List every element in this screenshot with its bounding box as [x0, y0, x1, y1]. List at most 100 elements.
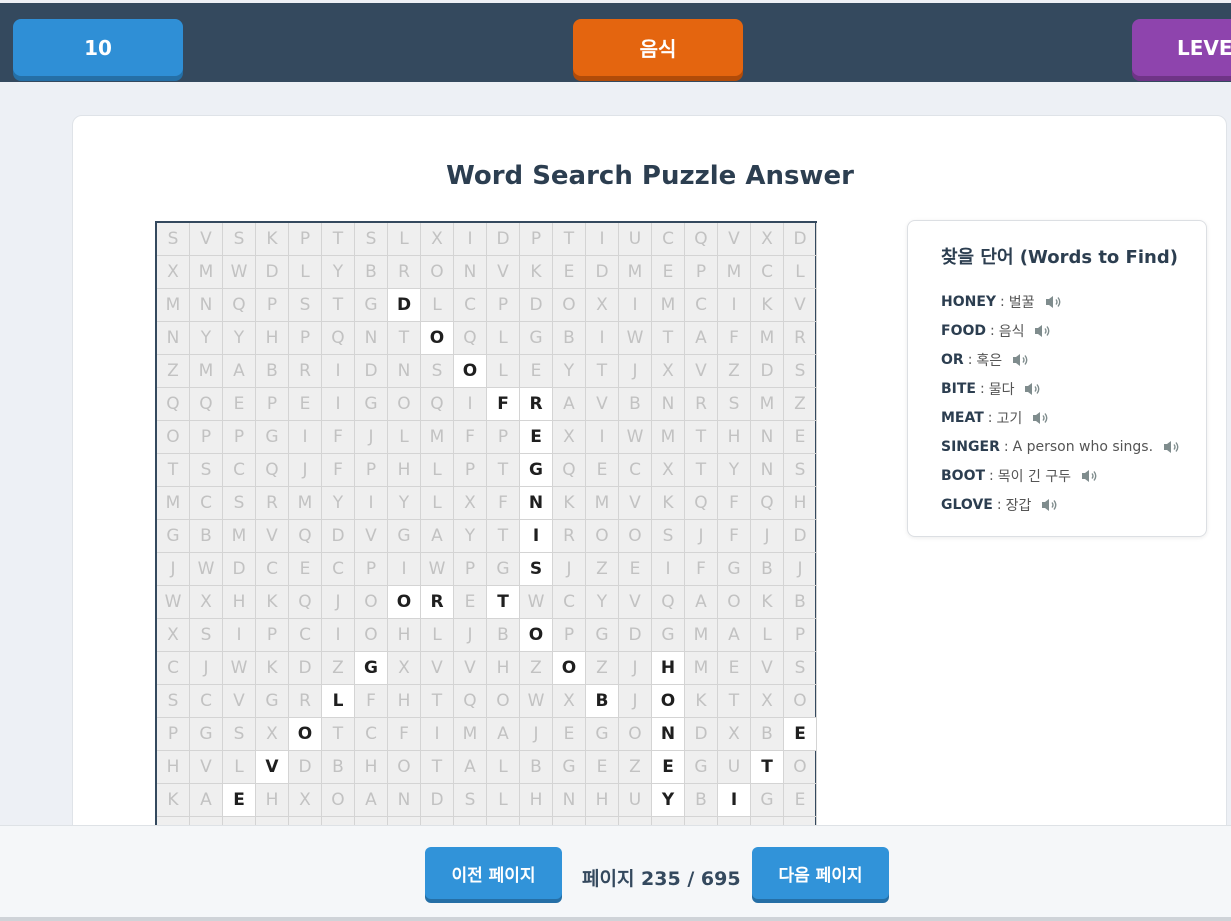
grid-cell[interactable]: Q	[256, 454, 289, 487]
grid-cell[interactable]: M	[454, 718, 487, 751]
grid-cell[interactable]: P	[190, 421, 223, 454]
grid-cell[interactable]: O	[355, 586, 388, 619]
grid-cell[interactable]: E	[784, 421, 817, 454]
grid-cell[interactable]: F	[355, 685, 388, 718]
grid-cell[interactable]: N	[751, 454, 784, 487]
grid-cell[interactable]: T	[157, 454, 190, 487]
grid-cell[interactable]: C	[355, 718, 388, 751]
grid-cell[interactable]: C	[190, 685, 223, 718]
grid-cell[interactable]: T	[322, 223, 355, 256]
grid-cell[interactable]: V	[718, 223, 751, 256]
grid-cell[interactable]: Q	[190, 388, 223, 421]
grid-cell[interactable]: X	[553, 421, 586, 454]
grid-cell[interactable]: Q	[751, 487, 784, 520]
grid-cell[interactable]: Y	[322, 487, 355, 520]
grid-cell[interactable]: L	[487, 784, 520, 817]
grid-cell[interactable]: B	[355, 256, 388, 289]
grid-cell[interactable]: J	[619, 652, 652, 685]
grid-cell[interactable]: B	[685, 784, 718, 817]
grid-cell[interactable]: Q	[157, 388, 190, 421]
grid-cell[interactable]: Z	[586, 652, 619, 685]
grid-cell[interactable]: S	[190, 619, 223, 652]
grid-cell[interactable]: N	[157, 322, 190, 355]
grid-cell[interactable]: M	[685, 652, 718, 685]
grid-cell[interactable]: F	[718, 520, 751, 553]
grid-cell[interactable]: W	[157, 586, 190, 619]
grid-cell[interactable]: Y	[586, 586, 619, 619]
grid-cell[interactable]: G	[586, 619, 619, 652]
grid-cell[interactable]: P	[157, 718, 190, 751]
grid-cell[interactable]: P	[784, 619, 817, 652]
grid-cell[interactable]: S	[454, 784, 487, 817]
grid-cell[interactable]: L	[784, 256, 817, 289]
grid-cell[interactable]: C	[223, 454, 256, 487]
grid-cell[interactable]: P	[289, 322, 322, 355]
grid-cell[interactable]: L	[223, 751, 256, 784]
word-count-button[interactable]: 10	[13, 19, 183, 76]
grid-cell[interactable]: H	[487, 652, 520, 685]
grid-cell[interactable]: D	[784, 520, 817, 553]
grid-cell[interactable]: R	[553, 520, 586, 553]
grid-cell[interactable]: D	[784, 223, 817, 256]
grid-cell[interactable]: P	[355, 454, 388, 487]
grid-cell[interactable]: D	[223, 553, 256, 586]
grid-cell[interactable]: F	[454, 421, 487, 454]
grid-cell[interactable]: H	[718, 421, 751, 454]
grid-cell[interactable]: B	[619, 388, 652, 421]
grid-cell[interactable]: W	[223, 256, 256, 289]
grid-cell[interactable]: R	[388, 256, 421, 289]
grid-cell[interactable]: E	[223, 784, 256, 817]
grid-cell[interactable]: E	[454, 586, 487, 619]
grid-cell[interactable]: Z	[784, 388, 817, 421]
grid-cell[interactable]: N	[553, 784, 586, 817]
grid-cell[interactable]: K	[553, 487, 586, 520]
grid-cell[interactable]: B	[520, 751, 553, 784]
grid-cell[interactable]: I	[322, 619, 355, 652]
grid-cell[interactable]: I	[322, 355, 355, 388]
grid-cell[interactable]: S	[223, 718, 256, 751]
grid-cell[interactable]: C	[289, 619, 322, 652]
grid-cell[interactable]: R	[256, 487, 289, 520]
grid-cell[interactable]: X	[388, 652, 421, 685]
grid-cell[interactable]: Q	[454, 322, 487, 355]
grid-cell[interactable]: O	[388, 751, 421, 784]
grid-cell[interactable]: V	[487, 256, 520, 289]
grid-cell[interactable]: G	[256, 421, 289, 454]
grid-cell[interactable]: L	[388, 223, 421, 256]
grid-cell[interactable]: O	[619, 718, 652, 751]
grid-cell[interactable]: G	[553, 751, 586, 784]
grid-cell[interactable]: C	[685, 289, 718, 322]
grid-cell[interactable]: S	[157, 223, 190, 256]
grid-cell[interactable]: F	[718, 322, 751, 355]
grid-cell[interactable]: I	[718, 289, 751, 322]
grid-cell[interactable]: E	[586, 454, 619, 487]
grid-cell[interactable]: G	[718, 553, 751, 586]
word-search-grid[interactable]: SVSKPTSLXIDPTIUCQVXDXMWDLYBRONVKEDMEPMCL…	[155, 221, 817, 861]
grid-cell[interactable]: G	[388, 520, 421, 553]
grid-cell[interactable]: Q	[289, 520, 322, 553]
grid-cell[interactable]: O	[553, 652, 586, 685]
grid-cell[interactable]: Q	[652, 586, 685, 619]
grid-cell[interactable]: N	[454, 256, 487, 289]
grid-cell[interactable]: L	[421, 619, 454, 652]
grid-cell[interactable]: T	[685, 421, 718, 454]
grid-cell[interactable]: O	[322, 784, 355, 817]
grid-cell[interactable]: O	[784, 751, 817, 784]
grid-cell[interactable]: D	[256, 256, 289, 289]
speaker-icon[interactable]	[1045, 295, 1063, 309]
grid-cell[interactable]: I	[520, 520, 553, 553]
grid-cell[interactable]: G	[355, 652, 388, 685]
grid-cell[interactable]: H	[784, 487, 817, 520]
grid-cell[interactable]: E	[223, 388, 256, 421]
grid-cell[interactable]: F	[718, 487, 751, 520]
grid-cell[interactable]: X	[421, 223, 454, 256]
grid-cell[interactable]: S	[157, 685, 190, 718]
grid-cell[interactable]: D	[388, 289, 421, 322]
grid-cell[interactable]: A	[718, 619, 751, 652]
grid-cell[interactable]: Y	[454, 520, 487, 553]
grid-cell[interactable]: S	[652, 520, 685, 553]
grid-cell[interactable]: J	[322, 586, 355, 619]
grid-cell[interactable]: K	[256, 586, 289, 619]
grid-cell[interactable]: K	[256, 652, 289, 685]
grid-cell[interactable]: D	[322, 520, 355, 553]
